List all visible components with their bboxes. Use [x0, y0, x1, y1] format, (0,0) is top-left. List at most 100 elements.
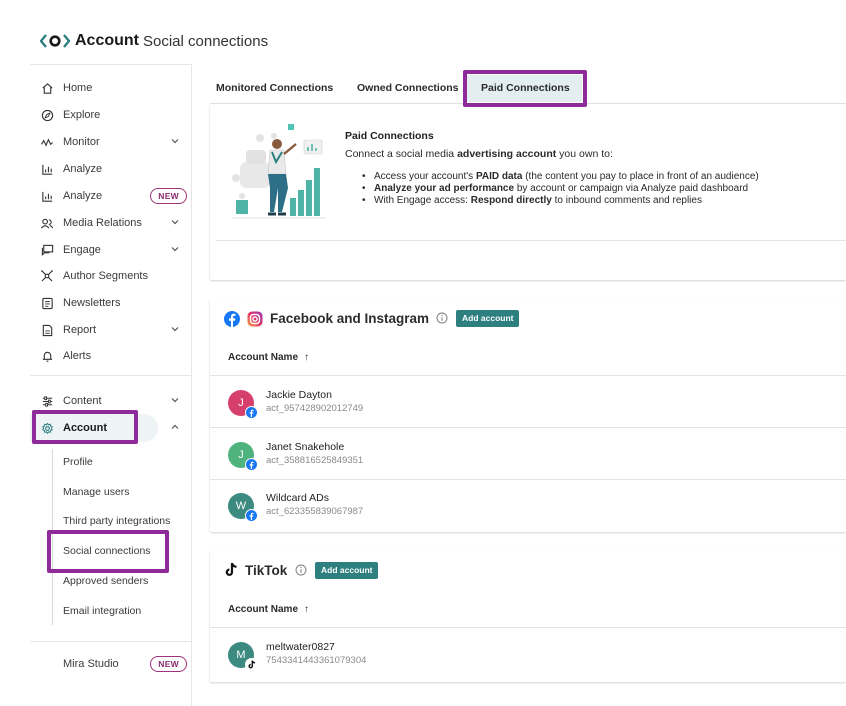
account-name-column-header[interactable]: Account Name ↑ [228, 604, 309, 615]
sidebar-item-label: Analyze [63, 190, 103, 202]
sidebar-item-analyze-new[interactable]: Analyze NEW [30, 183, 192, 209]
sidebar-item-label: Media Relations [63, 217, 142, 229]
tiktok-icon [245, 658, 258, 671]
info-description: Connect a social media advertising accou… [345, 148, 613, 160]
sidebar: Home Explore Monitor Analyze Analyze NEW… [30, 64, 192, 706]
facebook-instagram-title: Facebook and Instagram [270, 311, 430, 326]
sidebar-item-label: Monitor [63, 136, 100, 148]
tab-monitored-connections[interactable]: Monitored Connections [216, 82, 333, 94]
account-id: 7543341443361079304 [266, 655, 367, 666]
sidebar-item-author-segments[interactable]: Author Segments [30, 263, 192, 289]
account-name: meltwater0827 [266, 641, 335, 653]
sidebar-item-label: Analyze [63, 163, 103, 175]
sidebar-item-alerts[interactable]: Alerts [30, 343, 192, 369]
sort-up-arrow-icon[interactable]: ↑ [304, 604, 309, 615]
add-facebook-account-button[interactable]: Add account [456, 310, 520, 327]
sort-up-arrow-icon[interactable]: ↑ [304, 352, 309, 363]
row-divider [210, 479, 846, 480]
compass-icon [40, 108, 54, 122]
newsletter-icon [40, 296, 54, 310]
bar-chart-icon [40, 162, 54, 176]
tiktok-icon [225, 562, 237, 576]
avatar: W [228, 493, 258, 522]
app-header: Account Social connections [40, 30, 268, 52]
bar-chart-icon [40, 189, 54, 203]
sidebar-subitem-profile[interactable]: Profile [63, 456, 93, 468]
account-name-column-header[interactable]: Account Name ↑ [228, 352, 309, 363]
facebook-icon [224, 311, 240, 327]
sidebar-item-explore[interactable]: Explore [30, 102, 192, 128]
pulse-icon [40, 135, 54, 149]
sidebar-item-label: Home [63, 82, 93, 94]
info-divider [216, 240, 846, 241]
highlight-box-account [32, 410, 138, 444]
new-badge: NEW [150, 188, 187, 204]
sidebar-item-analyze[interactable]: Analyze [30, 156, 192, 182]
paid-connections-info-card: Paid Connections Connect a social media … [210, 104, 846, 280]
sidebar-item-label: Mira Studio [63, 658, 119, 670]
sidebar-item-label: Report [63, 324, 97, 336]
avatar: J [228, 442, 258, 471]
row-divider [210, 627, 846, 628]
chevron-up-icon [171, 424, 179, 429]
account-id: act_957428902012749 [266, 403, 364, 414]
page-subtitle: Social connections [143, 32, 269, 50]
info-bullet-list: Access your account's PAID data (the con… [360, 171, 759, 207]
account-name: Jackie Dayton [266, 389, 332, 401]
home-icon [40, 81, 54, 95]
add-tiktok-account-button[interactable]: Add account [315, 562, 379, 579]
illustration-icon [232, 124, 326, 219]
highlight-box-social-connections [47, 530, 169, 573]
row-divider [210, 427, 846, 428]
account-id: act_623355839067987 [266, 506, 364, 517]
sidebar-item-newsletters[interactable]: Newsletters [30, 290, 192, 316]
sidebar-divider [30, 641, 192, 642]
facebook-instagram-card: Facebook and Instagram Add account Accou… [210, 298, 846, 532]
account-name: Wildcard ADs [266, 492, 330, 504]
bell-icon [40, 349, 54, 363]
sidebar-item-label: Alerts [63, 350, 92, 362]
info-bullet: Access your account's PAID data (the con… [360, 171, 759, 183]
tiktok-title: TikTok [245, 563, 288, 578]
sidebar-divider [30, 375, 192, 376]
sidebar-item-report[interactable]: Report [30, 317, 192, 343]
info-bullet: With Engage access: Respond directly to … [360, 195, 759, 207]
sidebar-item-label: Engage [63, 244, 101, 256]
info-title: Paid Connections [345, 130, 434, 142]
facebook-icon [245, 509, 258, 522]
network-icon [40, 269, 54, 283]
chevron-down-icon [171, 139, 179, 144]
brand-name: Account [75, 32, 139, 49]
tab-owned-connections[interactable]: Owned Connections [357, 82, 459, 94]
info-icon[interactable] [436, 312, 448, 324]
sidebar-item-label: Author Segments [63, 270, 148, 282]
sidebar-subitem-manage-users[interactable]: Manage users [63, 486, 130, 498]
chevron-down-icon [171, 247, 179, 252]
info-icon[interactable] [295, 564, 307, 576]
chevron-down-icon [171, 220, 179, 225]
sliders-icon [40, 394, 54, 408]
chevron-down-icon [171, 327, 179, 332]
sidebar-item-home[interactable]: Home [30, 75, 192, 101]
sidebar-item-monitor[interactable]: Monitor [30, 129, 192, 155]
facebook-icon [245, 458, 258, 471]
sidebar-subitem-third-party-integrations[interactable]: Third party integrations [63, 515, 170, 527]
sidebar-subitem-approved-senders[interactable]: Approved senders [63, 575, 148, 587]
sidebar-item-label: Content [63, 395, 102, 407]
report-icon [40, 323, 54, 337]
sidebar-item-engage[interactable]: Engage [30, 237, 192, 263]
account-id: act_358816525849351 [266, 455, 364, 466]
row-divider [210, 375, 846, 376]
new-badge: NEW [150, 656, 187, 672]
info-bullet: Analyze your ad performance by account o… [360, 183, 759, 195]
avatar: M [228, 642, 258, 671]
meltwater-logo-icon [40, 34, 70, 48]
account-name: Janet Snakehole [266, 441, 345, 453]
tiktok-card: TikTok Add account Account Name ↑ M meltw… [210, 550, 846, 682]
sidebar-item-media-relations[interactable]: Media Relations [30, 210, 192, 236]
sidebar-subitem-email-integration[interactable]: Email integration [63, 605, 141, 617]
sidebar-item-label: Explore [63, 109, 101, 121]
people-icon [40, 216, 54, 230]
sidebar-item-mira-studio[interactable]: Mira Studio NEW [30, 651, 192, 677]
instagram-icon [247, 311, 263, 327]
